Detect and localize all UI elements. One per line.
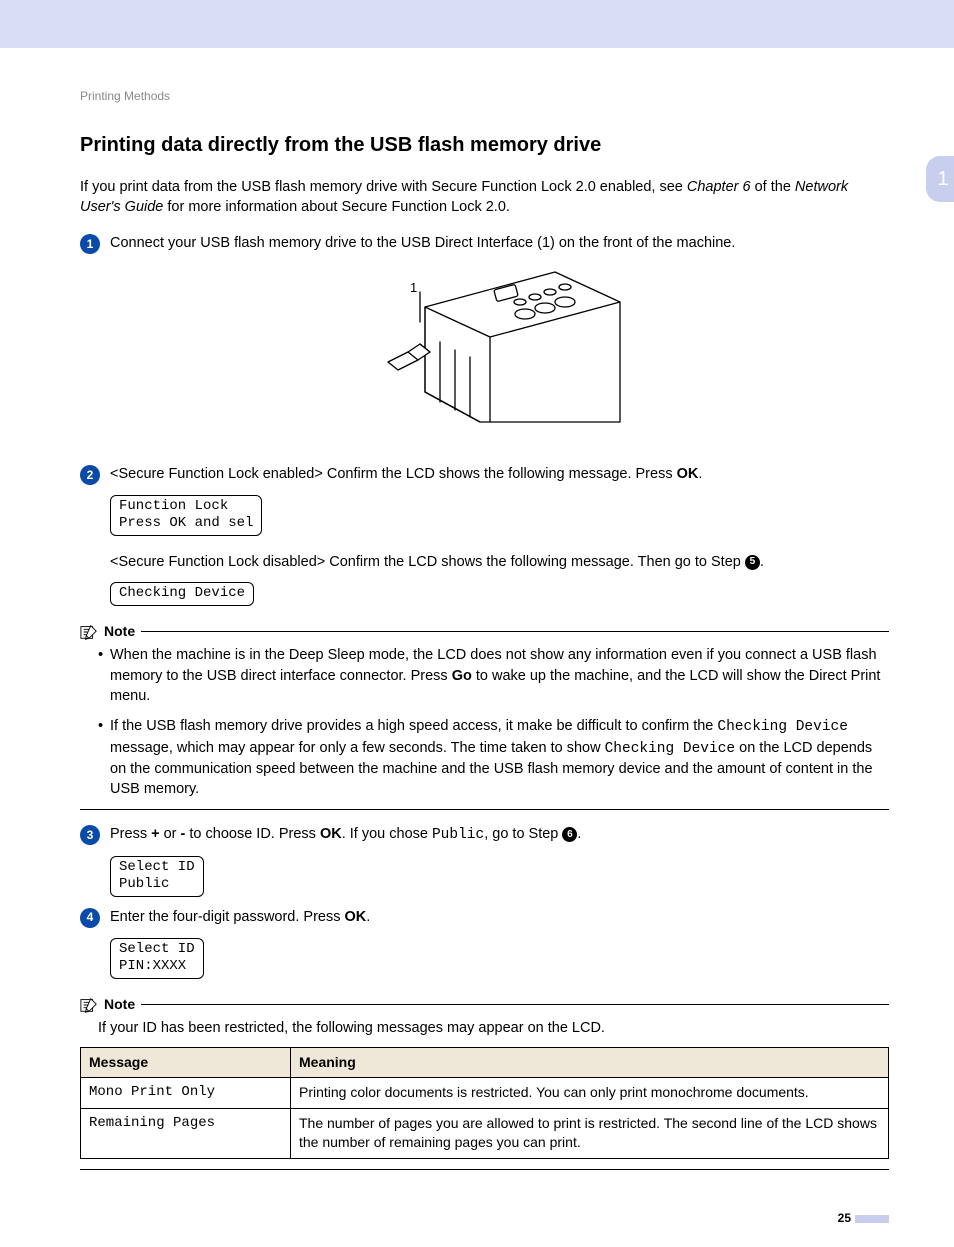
note1-cd2: Checking Device: [605, 741, 736, 757]
step-number-2: 2: [80, 465, 100, 485]
lcd-select-id-pin: Select ID PIN:XXXX: [110, 938, 204, 979]
page-number: 25: [80, 1210, 889, 1227]
table-row: Mono Print Only Printing color documents…: [81, 1078, 889, 1109]
step2-disabled-line: <Secure Function Lock disabled> Confirm …: [110, 552, 889, 572]
step2-disabled-b: .: [760, 554, 764, 570]
note-1-list: When the machine is in the Deep Sleep mo…: [98, 645, 889, 799]
s3-e: .: [577, 826, 581, 842]
note-2-header: Note: [80, 995, 889, 1015]
s4-a: Enter the four-digit password. Press: [110, 909, 345, 925]
step2-enabled-a: <Secure Function Lock enabled> Confirm t…: [110, 466, 677, 482]
note-1-footer-rule: [80, 809, 889, 810]
page-title: Printing data directly from the USB flas…: [80, 131, 889, 159]
note1-cd1: Checking Device: [717, 719, 848, 735]
note-rule-2: [141, 1004, 889, 1005]
s3-b: to choose ID. Press: [185, 826, 320, 842]
step-ref-5: 5: [745, 555, 760, 570]
note-1-item-2: If the USB flash memory drive provides a…: [98, 716, 889, 799]
step-3: 3 Press + or - to choose ID. Press OK. I…: [80, 824, 889, 845]
note-icon-2: [80, 996, 98, 1014]
note-1-header: Note: [80, 622, 889, 642]
s3-public: Public: [432, 827, 484, 843]
th-meaning: Meaning: [291, 1047, 889, 1078]
s3-plus: +: [151, 826, 159, 842]
page-number-value: 25: [838, 1211, 851, 1225]
note-2-footer-rule: [80, 1169, 889, 1170]
th-message: Message: [81, 1047, 291, 1078]
page-content: Printing Methods 1 Printing data directl…: [0, 48, 954, 1247]
note-icon: [80, 623, 98, 641]
step2-enabled-b: .: [698, 466, 702, 482]
step2-disabled-a: <Secure Function Lock disabled> Confirm …: [110, 554, 745, 570]
page-number-bar: [855, 1215, 889, 1223]
note1-li2-a: If the USB flash memory drive provides a…: [110, 718, 717, 734]
s4-ok: OK: [345, 909, 367, 925]
step-4: 4 Enter the four-digit password. Press O…: [80, 907, 889, 928]
step-number-3: 3: [80, 825, 100, 845]
lcd-select-id-public: Select ID Public: [110, 856, 204, 897]
s3-a: Press: [110, 826, 151, 842]
step-number-4: 4: [80, 908, 100, 928]
cell-msg-1: Mono Print Only: [81, 1078, 291, 1109]
step-2: 2 <Secure Function Lock enabled> Confirm…: [80, 464, 889, 485]
s3-d: , go to Step: [484, 826, 562, 842]
intro-text-a: If you print data from the USB flash mem…: [80, 179, 687, 195]
note-1-label: Note: [104, 622, 135, 642]
messages-table: Message Meaning Mono Print Only Printing…: [80, 1047, 889, 1159]
step-1: 1 Connect your USB flash memory drive to…: [80, 233, 889, 458]
note-2-text: If your ID has been restricted, the foll…: [98, 1018, 889, 1038]
table-header-row: Message Meaning: [81, 1047, 889, 1078]
note1-li2-b: message, which may appear for only a few…: [110, 740, 605, 756]
top-bar: [0, 0, 954, 48]
lcd-checking-device: Checking Device: [110, 582, 254, 606]
s3-or: or: [160, 826, 181, 842]
note-2-label: Note: [104, 995, 135, 1015]
intro-chapter-ref: Chapter 6: [687, 179, 751, 195]
printer-usb-diagram: 1: [370, 262, 630, 442]
step-number-1: 1: [80, 234, 100, 254]
note1-go: Go: [452, 668, 472, 684]
intro-text-b: of the: [751, 179, 795, 195]
intro-paragraph: If you print data from the USB flash mem…: [80, 177, 889, 218]
s3-c: . If you chose: [342, 826, 432, 842]
step-ref-6: 6: [562, 827, 577, 842]
cell-mean-1: Printing color documents is restricted. …: [291, 1078, 889, 1109]
intro-text-c: for more information about Secure Functi…: [163, 199, 510, 215]
callout-1: 1: [410, 280, 417, 295]
step2-ok: OK: [677, 466, 699, 482]
cell-mean-2: The number of pages you are allowed to p…: [291, 1108, 889, 1158]
note-rule: [141, 631, 889, 632]
breadcrumb: Printing Methods: [80, 88, 889, 105]
s4-b: .: [366, 909, 370, 925]
step1-text: Connect your USB flash memory drive to t…: [110, 235, 735, 251]
note-1-item-1: When the machine is in the Deep Sleep mo…: [98, 645, 889, 706]
s3-ok: OK: [320, 826, 342, 842]
chapter-tab: 1: [926, 156, 954, 202]
lcd-function-lock: Function Lock Press OK and sel: [110, 495, 262, 536]
usb-illustration: 1: [110, 262, 889, 448]
table-row: Remaining Pages The number of pages you …: [81, 1108, 889, 1158]
cell-msg-2: Remaining Pages: [81, 1108, 291, 1158]
